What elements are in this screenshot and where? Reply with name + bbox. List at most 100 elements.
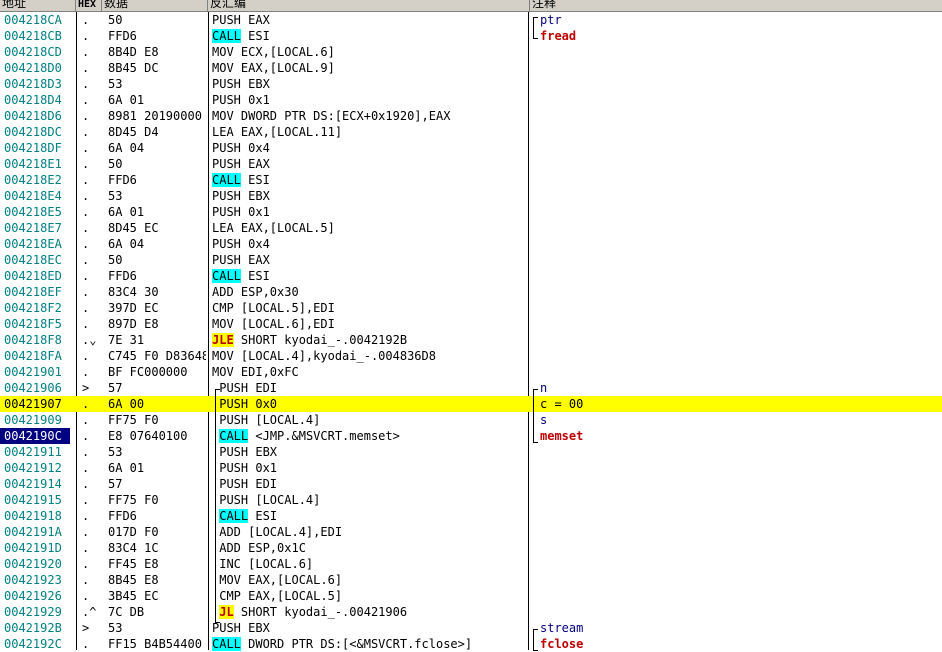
comment-cell xyxy=(540,460,940,476)
table-row[interactable]: 00421918. FFD6 CALL ESI xyxy=(0,508,942,524)
table-row[interactable]: 00421901. BF FC000000 MOV EDI,0xFC xyxy=(0,364,942,380)
table-row[interactable]: 004218D4. 6A 01 PUSH 0x1 xyxy=(0,92,942,108)
address-cell: 00421911 xyxy=(4,445,62,459)
jump-marker: . xyxy=(82,317,90,331)
address-cell: 004218DC xyxy=(4,125,62,139)
comment-cell xyxy=(540,604,940,620)
comment-cell xyxy=(540,508,940,524)
table-row[interactable]: 004218D0. 8B45 DC MOV EAX,[LOCAL.9] xyxy=(0,60,942,76)
hex-bytes-cell: FFD6 xyxy=(108,29,137,43)
table-row[interactable]: 0042191A. 017D F0 ADD [LOCAL.4],EDI xyxy=(0,524,942,540)
instruction-cell: MOV [LOCAL.6],EDI xyxy=(212,316,524,332)
instruction-cell: PUSH EBX xyxy=(212,76,524,92)
table-row[interactable]: 00421909. FF75 F0 PUSH [LOCAL.4] s xyxy=(0,412,942,428)
table-row[interactable]: 0042190C. E8 07640100 CALL <JMP.&MSVCRT.m… xyxy=(0,428,942,444)
jump-marker: . xyxy=(82,557,90,571)
table-row[interactable]: 004218CB. FFD6 CALL ESI fread xyxy=(0,28,942,44)
header-address[interactable]: 地址 xyxy=(0,0,76,11)
header-data[interactable]: 数据 xyxy=(102,0,208,11)
table-row[interactable]: 00421911. 53 PUSH EBX xyxy=(0,444,942,460)
table-row[interactable]: 00421907. 6A 00 PUSH 0x0 c = 00 xyxy=(0,396,942,412)
table-row[interactable]: 004218EA. 6A 04 PUSH 0x4 xyxy=(0,236,942,252)
operands: ADD ESP,0x1C xyxy=(219,541,306,555)
table-row[interactable]: 004218E2. FFD6 CALL ESI xyxy=(0,172,942,188)
hex-bytes-cell: 53 xyxy=(108,445,123,459)
operands: PUSH EBX xyxy=(212,189,270,203)
table-row[interactable]: 00421929 .^ 7C DB JL SHORT kyodai_-.004219… xyxy=(0,604,942,620)
instruction-cell: MOV DWORD PTR DS:[ECX+0x1920],EAX xyxy=(212,108,524,124)
hex-bytes-cell: 017D F0 xyxy=(108,525,159,539)
table-row[interactable]: 00421912. 6A 01 PUSH 0x1 xyxy=(0,460,942,476)
instruction-cell: CALL <JMP.&MSVCRT.memset> xyxy=(212,428,524,444)
comment-cell xyxy=(540,300,940,316)
table-row[interactable]: 004218ED. FFD6 CALL ESI xyxy=(0,268,942,284)
operands: PUSH 0x1 xyxy=(219,461,278,475)
hex-bytes-cell: 897D E8 xyxy=(108,317,159,331)
comment-cell xyxy=(540,268,940,284)
comment-cell xyxy=(540,540,940,556)
table-row[interactable]: 004218F2. 397D EC CMP [LOCAL.5],EDI xyxy=(0,300,942,316)
address-cell: 0042191A xyxy=(4,525,62,539)
operands: ADD ESP,0x30 xyxy=(212,285,299,299)
hex-bytes-cell: BF FC000000 xyxy=(108,365,188,379)
operands: PUSH EAX xyxy=(212,253,270,267)
instruction-cell: MOV EDI,0xFC xyxy=(212,364,524,380)
table-row[interactable]: 004218EC. 50 PUSH EAX xyxy=(0,252,942,268)
instruction-cell: PUSH EBX xyxy=(212,620,524,636)
hex-bytes-cell: 83C4 30 xyxy=(108,285,159,299)
comment-cell: c = 00 xyxy=(540,397,584,411)
table-row[interactable]: 00421914. 57 PUSH EDI xyxy=(0,476,942,492)
address-cell: 004218EF xyxy=(4,285,62,299)
table-row[interactable]: 004218E5. 6A 01 PUSH 0x1 xyxy=(0,204,942,220)
table-row[interactable]: 004218CA. 50 PUSH EAX ptr xyxy=(0,12,942,28)
comment-cell xyxy=(540,332,940,348)
address-cell: 004218EA xyxy=(4,237,62,251)
operands: PUSH EBX xyxy=(219,445,278,459)
comment-cell xyxy=(540,444,940,460)
table-row[interactable]: 004218DF. 6A 04 PUSH 0x4 xyxy=(0,140,942,156)
table-row[interactable]: 004218EF. 83C4 30 ADD ESP,0x30 xyxy=(0,284,942,300)
table-row[interactable]: 00421920. FF45 E8 INC [LOCAL.6] xyxy=(0,556,942,572)
jump-marker: . xyxy=(82,525,90,539)
hex-bytes-cell: 8B4D E8 xyxy=(108,45,159,59)
table-row[interactable]: 004218F5. 897D E8 MOV [LOCAL.6],EDI xyxy=(0,316,942,332)
table-row[interactable]: 004218FA. C745 F0 D8364800 MOV [LOCAL.4],k… xyxy=(0,348,942,364)
table-row[interactable]: 004218F8 .⌄ 7E 31 JLE SHORT kyodai_-.004219… xyxy=(0,332,942,348)
header-comment[interactable]: 注释 xyxy=(530,0,942,11)
hex-bytes-cell: 6A 04 xyxy=(108,237,145,251)
table-row[interactable]: 004218DC. 8D45 D4 LEA EAX,[LOCAL.11] xyxy=(0,124,942,140)
table-row[interactable]: 0042191D. 83C4 1C ADD ESP,0x1C xyxy=(0,540,942,556)
header-hex[interactable]: HEX xyxy=(76,0,102,11)
disassembly-listing[interactable]: 004218CA. 50 PUSH EAX ptr 004218CB. FFD6 CALL … xyxy=(0,12,942,652)
hex-bytes-cell: 8B45 DC xyxy=(108,61,159,75)
table-row[interactable]: 004218E7. 8D45 EC LEA EAX,[LOCAL.5] xyxy=(0,220,942,236)
table-row[interactable]: 00421915. FF75 F0 PUSH [LOCAL.4] xyxy=(0,492,942,508)
table-row[interactable]: 00421923. 8B45 E8 MOV EAX,[LOCAL.6] xyxy=(0,572,942,588)
instruction-cell: INC [LOCAL.6] xyxy=(212,556,524,572)
operands: <JMP.&MSVCRT.memset> xyxy=(248,429,400,443)
instruction-cell: PUSH EAX xyxy=(212,252,524,268)
table-row[interactable]: 004218CD. 8B4D E8 MOV ECX,[LOCAL.6] xyxy=(0,44,942,60)
table-row[interactable]: 004218E4. 53 PUSH EBX xyxy=(0,188,942,204)
column-header: 地址 HEX 数据 反汇编 注释 xyxy=(0,0,942,12)
instruction-cell: PUSH EAX xyxy=(212,156,524,172)
args-bracket-fread xyxy=(533,17,538,39)
address-cell: 004218E5 xyxy=(4,205,62,219)
jump-marker: . xyxy=(82,109,90,123)
address-cell: 00421909 xyxy=(4,413,62,427)
table-row[interactable]: 004218E1. 50 PUSH EAX xyxy=(0,156,942,172)
operands: LEA EAX,[LOCAL.11] xyxy=(212,125,343,139)
table-row[interactable]: 004218D3. 53 PUSH EBX xyxy=(0,76,942,92)
jump-marker: . xyxy=(82,61,90,75)
address-cell: 0042190C xyxy=(0,428,70,444)
hex-bytes-cell: 50 xyxy=(108,253,123,267)
address-cell: 0042191D xyxy=(4,541,62,555)
table-row[interactable]: 004218D6. 8981 20190000 MOV DWORD PTR DS:[… xyxy=(0,108,942,124)
table-row[interactable]: 00421926. 3B45 EC CMP EAX,[LOCAL.5] xyxy=(0,588,942,604)
jump-marker: . xyxy=(82,125,90,139)
hex-bytes-cell: FF45 E8 xyxy=(108,557,159,571)
table-row[interactable]: 0042192B >53 PUSH EBX stream xyxy=(0,620,942,636)
jump-marker: . xyxy=(82,221,90,235)
header-disassembly[interactable]: 反汇编 xyxy=(208,0,530,11)
table-row[interactable]: 00421906 >57 PUSH EDI n xyxy=(0,380,942,396)
